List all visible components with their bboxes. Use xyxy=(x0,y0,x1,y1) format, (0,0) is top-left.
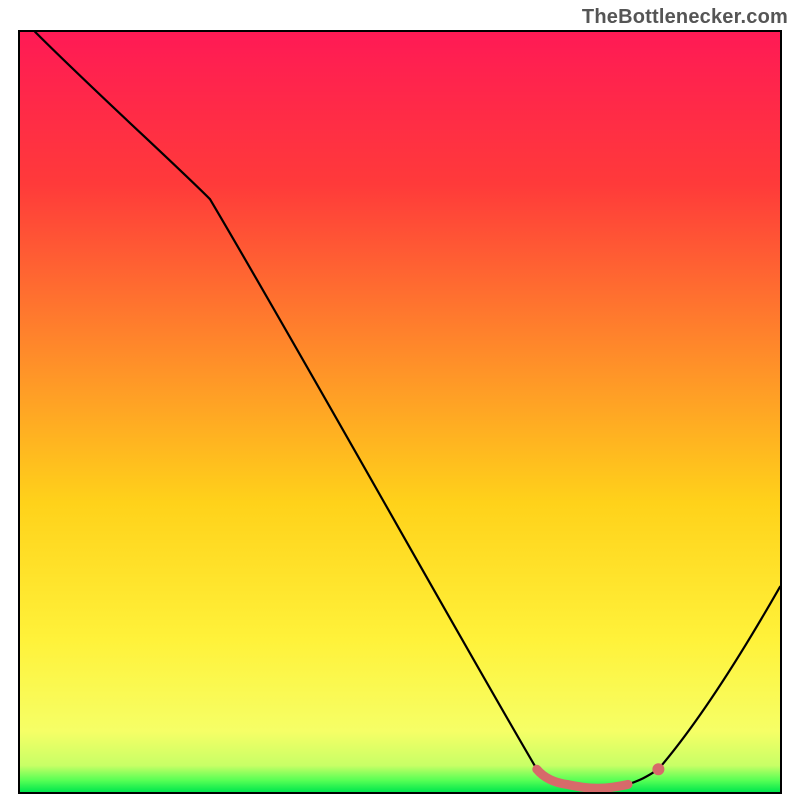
highlight-curve xyxy=(537,769,628,788)
plot-area xyxy=(18,30,782,794)
watermark-text: TheBottlenecker.com xyxy=(582,6,788,29)
main-curve xyxy=(35,32,780,788)
highlight-end-dot xyxy=(652,763,664,775)
curve-overlay xyxy=(20,32,780,792)
chart-container: TheBottlenecker.com xyxy=(0,0,800,800)
